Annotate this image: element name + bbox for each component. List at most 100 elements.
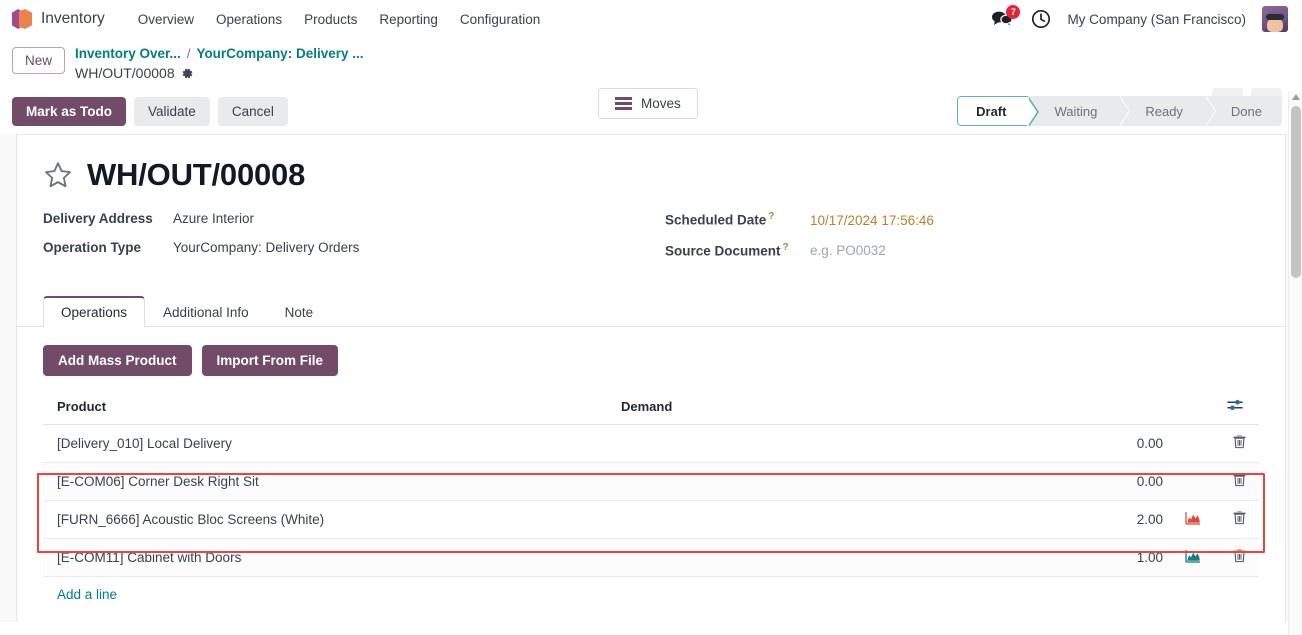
table-body: [Delivery_010] Local Delivery 0.00 [E-CO… [43, 424, 1259, 578]
breadcrumb-separator: / [186, 46, 191, 62]
field-value-delivery-address[interactable]: Azure Interior [173, 211, 254, 226]
field-label-source-document-text: Source Document [665, 243, 781, 259]
nav-item-overview[interactable]: Overview [127, 8, 205, 31]
forecast-area-chart-icon[interactable] [1185, 549, 1201, 563]
cell-demand[interactable]: 2.00 [607, 500, 1171, 540]
form-fields: Delivery Address Azure Interior Operatio… [43, 211, 1259, 272]
clock-icon[interactable] [1031, 9, 1051, 29]
breadcrumb: Inventory Over... / YourCompany: Deliver… [75, 44, 363, 82]
scrollbar-up-arrow-icon[interactable] [1292, 94, 1300, 100]
cancel-button[interactable]: Cancel [217, 96, 288, 126]
nav-item-reporting[interactable]: Reporting [368, 8, 449, 31]
table-row[interactable]: [E-COM06] Corner Desk Right Sit 0.00 [43, 462, 1259, 502]
cell-delete[interactable] [1213, 538, 1259, 578]
table-row[interactable]: [Delivery_010] Local Delivery 0.00 [43, 424, 1259, 464]
notebook-tabs: Operations Additional Info Note [17, 294, 1285, 328]
status-stage-draft[interactable]: Draft [957, 96, 1040, 127]
status-stage-ready[interactable]: Ready [1119, 96, 1216, 127]
column-options-icon [1227, 400, 1243, 411]
trash-icon[interactable] [1232, 548, 1246, 563]
record-title-row: WH/OUT/00008 [43, 157, 1259, 193]
table-header: Product Demand [43, 392, 1259, 426]
status-bar: Draft Waiting Ready Done [957, 96, 1282, 127]
cell-delete[interactable] [1213, 462, 1259, 502]
tab-operations[interactable]: Operations [43, 296, 146, 328]
breadcrumb-current-record: WH/OUT/00008 [75, 65, 363, 83]
add-a-line-link[interactable]: Add a line [43, 577, 117, 602]
control-panel-action-row: Mark as Todo Validate Cancel Draft Waiti… [0, 90, 1302, 134]
breadcrumb-current-label: WH/OUT/00008 [75, 64, 175, 81]
odoo-hexagon-logo-icon[interactable] [12, 8, 32, 30]
field-scheduled-date: Scheduled Date? 10/17/2024 17:56:46 [665, 211, 1225, 228]
cell-product[interactable]: [E-COM11] Cabinet with Doors [43, 538, 607, 578]
help-tooltip-icon[interactable]: ? [768, 211, 774, 222]
cell-forecast[interactable] [1171, 538, 1213, 578]
trash-icon[interactable] [1232, 510, 1246, 525]
field-source-document: Source Document? e.g. PO0032 [665, 242, 1225, 259]
cell-forecast [1171, 462, 1213, 502]
tab-additional-info[interactable]: Additional Info [145, 297, 267, 327]
breadcrumb-item-inventory-overview[interactable]: Inventory Over... [75, 46, 181, 63]
vertical-scrollbar[interactable] [1288, 92, 1302, 635]
scrollbar-thumb[interactable] [1291, 106, 1301, 278]
field-value-scheduled-date[interactable]: 10/17/2024 17:56:46 [810, 213, 934, 228]
form-sheet: WH/OUT/00008 Delivery Address Azure Inte… [16, 134, 1286, 623]
cell-demand[interactable]: 0.00 [607, 462, 1171, 502]
column-header-product[interactable]: Product [43, 392, 607, 426]
table-header-row: Product Demand [43, 392, 1259, 426]
control-panel-breadcrumb-row: New Inventory Over... / YourCompany: Del… [0, 38, 1302, 119]
nav-item-operations[interactable]: Operations [205, 8, 293, 31]
cell-delete[interactable] [1213, 500, 1259, 540]
table-row[interactable]: [E-COM11] Cabinet with Doors 1.00 [43, 538, 1259, 578]
cell-delete[interactable] [1213, 424, 1259, 464]
forecast-area-chart-icon[interactable] [1185, 511, 1201, 525]
status-stage-waiting[interactable]: Waiting [1028, 96, 1131, 127]
help-tooltip-icon[interactable]: ? [783, 242, 789, 253]
field-operation-type: Operation Type YourCompany: Delivery Ord… [43, 240, 665, 255]
field-label-delivery-address: Delivery Address [43, 211, 153, 227]
import-from-file-button[interactable]: Import From File [201, 345, 339, 377]
add-mass-product-button[interactable]: Add Mass Product [43, 345, 192, 377]
mark-as-todo-button[interactable]: Mark as Todo [12, 96, 127, 126]
messaging-menu-button[interactable]: 7 [991, 5, 1021, 30]
navbar-right-group: 7 My Company (San Francisco) [991, 5, 1292, 32]
cell-forecast [1171, 424, 1213, 464]
cell-product[interactable]: [Delivery_010] Local Delivery [43, 424, 607, 464]
top-navbar: Inventory Overview Operations Products R… [0, 0, 1302, 38]
app-brand-inventory[interactable]: Inventory [41, 10, 105, 28]
tab-panel-operations: Add Mass Product Import From File Produc… [37, 327, 1265, 604]
user-avatar[interactable] [1262, 6, 1288, 32]
column-header-forecast [1171, 392, 1213, 426]
column-header-demand[interactable]: Demand [607, 392, 1171, 426]
cell-demand[interactable]: 0.00 [607, 424, 1171, 464]
trash-icon[interactable] [1232, 472, 1246, 487]
field-label-operation-type: Operation Type [43, 240, 142, 256]
field-delivery-address: Delivery Address Azure Interior [43, 211, 665, 226]
form-sheet-background: WH/OUT/00008 Delivery Address Azure Inte… [0, 134, 1302, 623]
field-value-source-document[interactable]: e.g. PO0032 [810, 243, 886, 258]
trash-icon[interactable] [1232, 434, 1246, 449]
tab-note[interactable]: Note [267, 297, 332, 327]
gear-icon[interactable] [181, 67, 194, 80]
cell-forecast[interactable] [1171, 500, 1213, 540]
nav-item-products[interactable]: Products [293, 8, 368, 31]
field-label-scheduled-date: Scheduled Date? [665, 211, 810, 228]
cell-product[interactable]: [E-COM06] Corner Desk Right Sit [43, 462, 607, 502]
new-record-button[interactable]: New [12, 47, 66, 74]
validate-button[interactable]: Validate [134, 96, 210, 126]
form-fields-right-column: Scheduled Date? 10/17/2024 17:56:46 Sour… [665, 211, 1225, 272]
field-label-source-document: Source Document? [665, 242, 810, 259]
operations-action-buttons: Add Mass Product Import From File [43, 345, 1259, 377]
column-options-button[interactable] [1213, 392, 1259, 426]
breadcrumb-item-delivery-orders[interactable]: YourCompany: Delivery ... [196, 46, 363, 63]
table-row[interactable]: [FURN_6666] Acoustic Bloc Screens (White… [43, 500, 1259, 540]
status-stage-done[interactable]: Done [1204, 96, 1282, 127]
page-title: WH/OUT/00008 [87, 157, 306, 193]
company-switcher[interactable]: My Company (San Francisco) [1067, 12, 1246, 27]
star-outline-icon[interactable] [43, 160, 73, 190]
cell-demand[interactable]: 1.00 [607, 538, 1171, 578]
cell-product[interactable]: [FURN_6666] Acoustic Bloc Screens (White… [43, 500, 607, 540]
nav-item-configuration[interactable]: Configuration [449, 8, 551, 31]
operations-table-wrapper: Product Demand [Delivery_010] Local Deli… [37, 392, 1265, 578]
field-value-operation-type[interactable]: YourCompany: Delivery Orders [173, 240, 359, 255]
